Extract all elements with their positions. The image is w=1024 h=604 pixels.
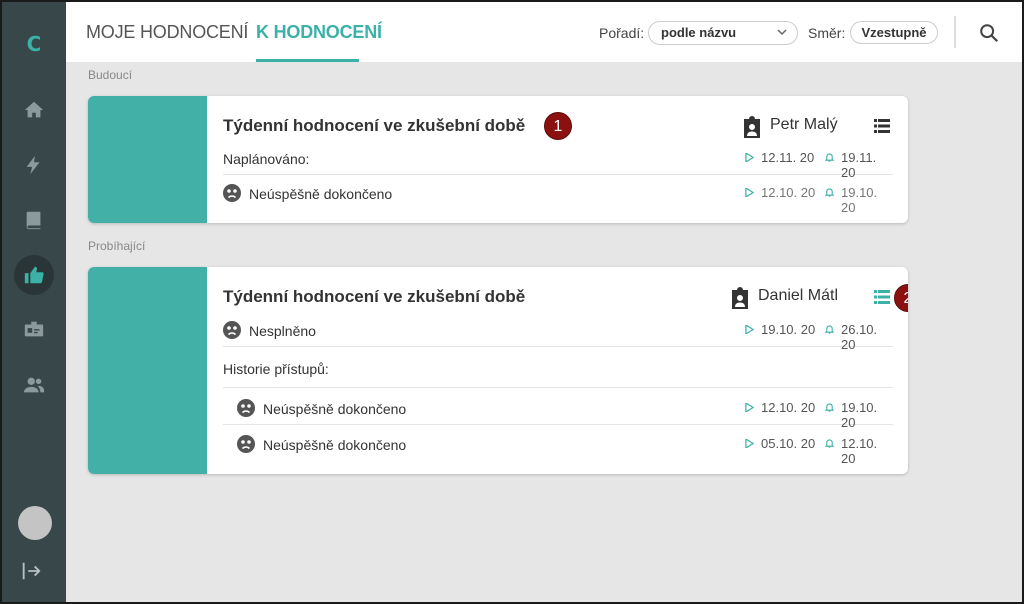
start-date: 05.10. 20: [745, 436, 815, 451]
bell-icon: [825, 325, 834, 334]
planned-label: Naplánováno:: [223, 151, 310, 167]
play-icon: [745, 188, 754, 197]
annotation-badge-2: 2: [894, 284, 908, 312]
annotation-badge-1: 1: [544, 112, 572, 140]
badge-icon[interactable]: [14, 310, 54, 350]
start-date: 19.10. 20: [745, 322, 815, 337]
bell-icon: [825, 403, 834, 412]
order-select-value: podle názvu: [661, 25, 737, 40]
play-icon: [745, 153, 754, 162]
assignee-name: Daniel Mátl: [758, 287, 839, 304]
section-label-ongoing: Probíhající: [88, 239, 146, 253]
history-header-row: Historie přístupů:: [223, 351, 893, 388]
history-row[interactable]: Neúspěšně dokončeno 12.10. 20 19.10. 20: [223, 176, 893, 215]
bell-icon: [825, 439, 834, 448]
bolt-icon[interactable]: [14, 145, 54, 185]
assignee: Daniel Mátl: [730, 287, 839, 309]
start-date: 12.10. 20: [745, 185, 815, 200]
app-logo[interactable]: C: [2, 32, 66, 56]
planned-row: Naplánováno: 12.11. 20 19.11. 20: [223, 141, 893, 180]
card-stripe: [88, 96, 207, 223]
order-label: Pořadí:: [599, 25, 645, 41]
list-icon[interactable]: [874, 119, 890, 133]
start-date: 12.11. 20: [745, 150, 814, 165]
bell-icon: [825, 188, 834, 197]
direction-label: Směr:: [808, 25, 846, 41]
card-stripe: [88, 267, 207, 474]
end-date: 19.10. 20: [825, 400, 893, 430]
app-window: C MOJE HODNOCENÍ K HODNOCENÍ Pořadí: pod…: [0, 0, 1024, 604]
clipboard-person-icon: [744, 116, 760, 138]
current-row: Nesplněno 19.10. 20 26.10. 20: [223, 313, 893, 352]
order-select[interactable]: podle názvu: [648, 21, 798, 45]
user-avatar[interactable]: [18, 506, 52, 540]
sad-face-icon: [237, 399, 255, 417]
tab-moje-hodnoceni[interactable]: MOJE HODNOCENÍ: [86, 22, 248, 43]
history-label: Historie přístupů:: [223, 361, 329, 377]
tab-k-hodnoceni[interactable]: K HODNOCENÍ: [256, 22, 382, 43]
status-text: Neúspěšně dokončeno: [249, 186, 393, 202]
chevron-down-icon: [777, 29, 787, 36]
users-icon[interactable]: [14, 365, 54, 405]
status-text: Nesplněno: [249, 323, 316, 339]
end-date: 19.10. 20: [825, 185, 893, 215]
sad-face-icon: [223, 184, 241, 202]
thumbs-up-icon[interactable]: [14, 255, 54, 295]
end-date: 12.10. 20: [825, 436, 893, 466]
status-text: Neúspěšně dokončeno: [263, 437, 407, 453]
home-icon[interactable]: [14, 90, 54, 130]
sad-face-icon: [223, 321, 241, 339]
evaluation-card-future[interactable]: Týdenní hodnocení ve zkušební době 1 Pet…: [88, 96, 908, 223]
history-row[interactable]: Neúspěšně dokončeno 12.10. 20 19.10. 20: [223, 391, 893, 430]
sidebar: C: [2, 2, 66, 602]
card-title[interactable]: Týdenní hodnocení ve zkušební době: [223, 287, 525, 307]
search-icon[interactable]: [978, 22, 1000, 44]
book-icon[interactable]: [14, 200, 54, 240]
direction-toggle[interactable]: Vzestupně: [850, 21, 938, 44]
end-date: 26.10. 20: [825, 322, 893, 352]
top-bar: MOJE HODNOCENÍ K HODNOCENÍ Pořadí: podle…: [66, 2, 1022, 62]
status-text: Neúspěšně dokončeno: [263, 401, 407, 417]
card-title[interactable]: Týdenní hodnocení ve zkušební době: [223, 116, 525, 136]
play-icon: [745, 403, 754, 412]
bell-icon: [825, 153, 834, 162]
evaluation-card-ongoing[interactable]: Týdenní hodnocení ve zkušební době Danie…: [88, 267, 908, 474]
start-date: 12.10. 20: [745, 400, 815, 415]
assignee-name: Petr Malý: [770, 116, 838, 133]
assignee: Petr Malý: [742, 116, 838, 138]
history-row[interactable]: Neúspěšně dokončeno 05.10. 20 12.10. 20: [223, 427, 893, 466]
clipboard-person-icon: [732, 287, 748, 309]
list-icon[interactable]: [874, 290, 890, 304]
play-icon: [745, 439, 754, 448]
play-icon: [745, 325, 754, 334]
sad-face-icon: [237, 435, 255, 453]
logout-icon[interactable]: [20, 560, 44, 584]
active-tab-indicator: [256, 59, 359, 62]
section-label-future: Budoucí: [88, 68, 133, 82]
divider: [954, 16, 956, 48]
